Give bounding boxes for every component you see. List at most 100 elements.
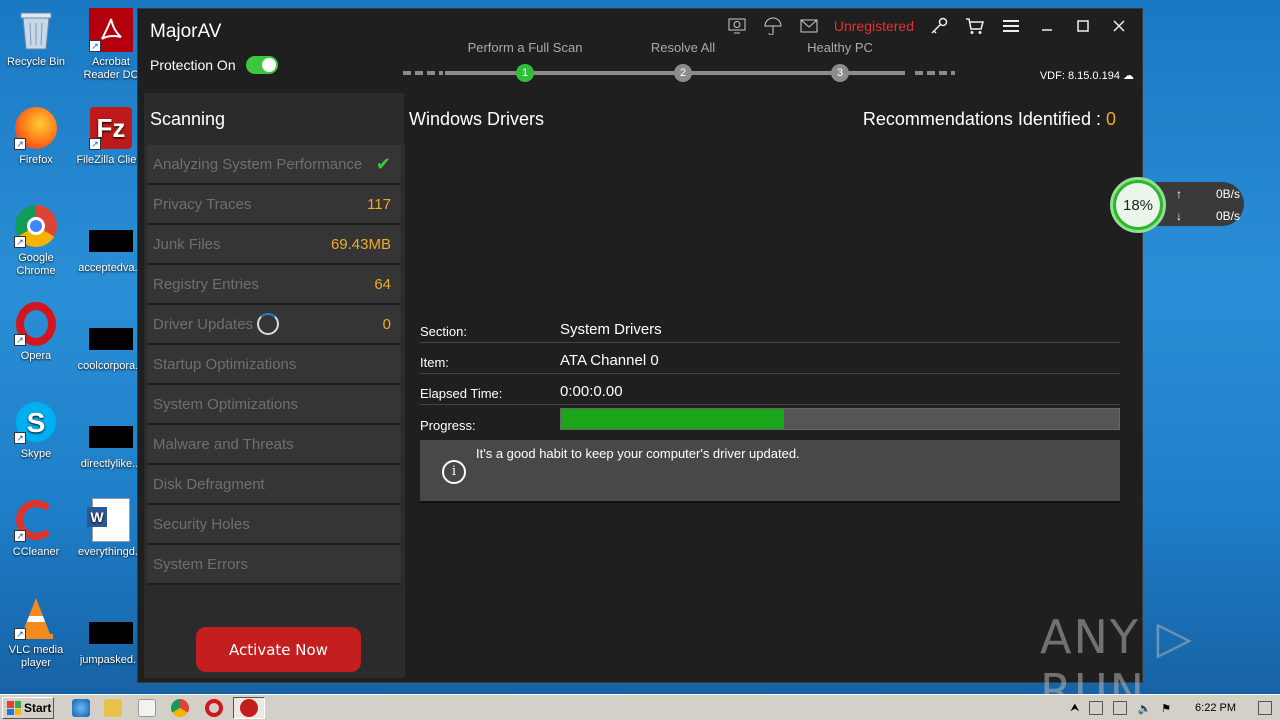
recommendations-summary: Recommendations Identified : 0 [863,109,1116,130]
desktop-icon-label: FileZilla Client [76,154,146,166]
menu-list-icon[interactable] [1000,15,1022,37]
system-tray: ⮝ 🔈 ⚑ 6:22 PM [1070,697,1280,719]
start-button[interactable]: Start [2,697,54,719]
scan-item-label: Driver Updates [153,315,254,333]
maximize-icon[interactable] [1072,15,1094,37]
scan-category-list: Analyzing System Performance ✔ Privacy T… [147,145,401,585]
chrome-taskbar-icon[interactable] [171,699,189,717]
firefox-icon: ↗ [14,106,58,150]
filezilla-icon: Fz ↗ [89,106,133,150]
registration-status[interactable]: Unregistered [834,18,914,34]
progress-key: Progress: [420,418,476,433]
window-toolbar: Unregistered [726,15,1130,37]
network-tray-icon[interactable] [1089,701,1104,715]
recommendations-count: 0 [1105,109,1116,129]
umbrella-icon[interactable] [762,15,784,37]
upload-arrow-icon: ↑ [1176,187,1182,201]
scan-item-value: 0 [382,315,391,333]
desktop-icon-ccleaner[interactable]: ↗ CCleaner [1,498,71,559]
app-header: MajorAV Protection On Perform a Full Sca… [138,9,1142,93]
progress-bar-fill [561,409,785,429]
performance-monitor-widget[interactable]: 18% ↑ 0B/s ↓ 0B/s [1110,177,1246,233]
show-desktop-icon[interactable] [1258,701,1272,715]
desktop-icon-acrobat[interactable]: ↗ Acrobat Reader DC [76,8,146,82]
scan-item-label: Malware and Threats [153,435,294,453]
item-row: Item: ATA Channel 0 [420,350,1120,374]
word-document-icon: W [87,498,133,542]
file-icon [89,312,133,356]
recommendations-label: Recommendations Identified : [862,109,1101,129]
desktop-icon-label: Skype [20,448,52,460]
desktop-icon-skype[interactable]: S ↗ Skype [1,400,71,461]
desktop-icon-filezilla[interactable]: Fz ↗ FileZilla Client [76,106,146,167]
info-icon: i [442,460,466,484]
skype-icon: S ↗ [14,400,58,444]
scan-item-value: 117 [367,195,391,213]
clock[interactable]: 6:22 PM [1195,702,1236,714]
elapsed-key: Elapsed Time: [420,386,503,401]
internet-explorer-icon[interactable] [72,699,90,717]
action-center-icon[interactable] [1113,701,1128,715]
file-explorer-icon[interactable] [104,699,122,717]
progress-bar [560,408,1120,430]
desktop-icon-accepted[interactable]: acceptedva... [76,214,146,275]
flag-tray-icon[interactable]: ⚑ [1161,702,1171,715]
tip-text: It's a good habit to keep your computer'… [476,446,800,461]
shortcut-arrow-icon: ↗ [14,432,26,444]
desktop-icon-label: jumpasked... [79,654,143,666]
desktop-icon-label: Opera [20,350,52,362]
vdf-label: VDF: 8.15.0.194 [1039,70,1120,82]
minimize-icon[interactable] [1036,15,1058,37]
desktop-icon-jumpasked[interactable]: jumpasked... [76,606,146,667]
scan-item-label: Junk Files [153,235,221,253]
windows-flag-icon [7,701,21,715]
desktop-icon-label: everythingd... [77,546,145,558]
desktop-icon-vlc[interactable]: ↗ VLC media player [1,596,71,670]
desktop-icon-coolcorpora[interactable]: coolcorpora... [76,312,146,373]
shortcut-arrow-icon: ↗ [89,40,101,52]
scan-item-junk-files: Junk Files 69.43MB [147,225,401,265]
scan-item-disk-defragment: Disk Defragment [147,465,401,505]
monitor-scan-icon[interactable] [726,15,748,37]
tray-expand-icon[interactable]: ⮝ [1070,702,1079,715]
shortcut-arrow-icon: ↗ [14,334,26,346]
desktop-icon-recycle-bin[interactable]: Recycle Bin [1,8,71,69]
step-dot-1: 1 [516,64,534,82]
download-speed: 0B/s [1215,209,1240,223]
cloud-download-icon[interactable]: ☁ [1123,70,1134,82]
desktop-icon-label: coolcorpora... [77,360,145,372]
opera-icon: ↗ [14,302,58,346]
desktop-icon-label: CCleaner [12,546,60,558]
desktop-icon-everything[interactable]: W everythingd... [76,498,146,559]
volume-icon[interactable]: 🔈 [1137,702,1151,715]
desktop-icon-firefox[interactable]: ↗ Firefox [1,106,71,167]
scan-item-label: Security Holes [153,515,250,533]
shortcut-arrow-icon: ↗ [14,628,26,640]
scan-item-label: Privacy Traces [153,195,252,213]
scan-item-label: Disk Defragment [153,475,265,493]
scan-item-malware-threats: Malware and Threats [147,425,401,465]
scan-item-label: System Errors [153,555,249,573]
step-label-healthy: Healthy PC [807,40,873,55]
protection-toggle[interactable] [245,56,278,74]
desktop-icon-chrome[interactable]: ↗ Google Chrome [1,204,71,278]
checkmark-icon: ✔ [375,153,391,174]
loading-spinner-icon [257,313,280,335]
scan-item-value: 64 [374,275,391,293]
main-title: Windows Drivers [409,109,545,129]
scan-item-label: Startup Optimizations [153,355,297,373]
media-player-icon[interactable] [138,699,156,717]
cart-icon[interactable] [964,15,986,37]
scan-item-privacy-traces: Privacy Traces 117 [147,185,401,225]
key-icon[interactable] [928,15,950,37]
close-icon[interactable] [1108,15,1130,37]
opera-taskbar-icon[interactable] [205,699,223,717]
activate-now-button[interactable]: Activate Now [196,627,361,672]
tip-box: i It's a good habit to keep your compute… [420,440,1120,503]
scan-item-security-holes: Security Holes [147,505,401,545]
mail-icon[interactable] [798,15,820,37]
shortcut-arrow-icon: ↗ [14,530,26,542]
majorav-taskbar-button[interactable] [233,697,265,719]
desktop-icon-directlylike[interactable]: directlylike... [76,410,146,471]
desktop-icon-opera[interactable]: ↗ Opera [1,302,71,363]
